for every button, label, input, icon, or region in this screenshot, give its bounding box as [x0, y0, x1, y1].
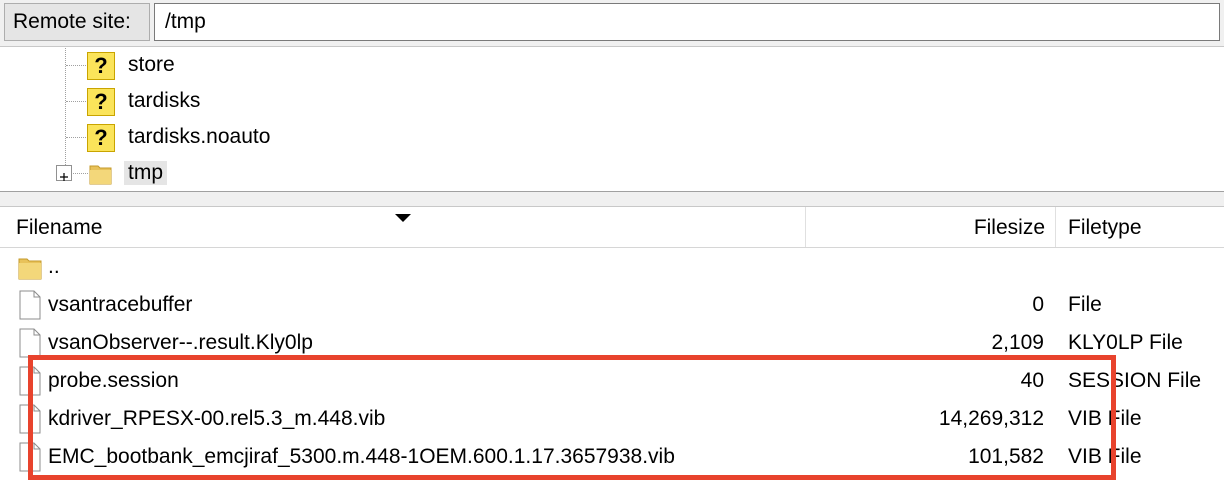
file-type: VIB File	[1068, 445, 1142, 468]
file-name: vsanObserver--.result.Kly0lp	[48, 331, 313, 354]
folder-icon	[87, 160, 115, 188]
unknown-folder-icon: ?	[87, 88, 115, 116]
remote-site-bar: Remote site:	[0, 0, 1224, 46]
file-type: SESSION File	[1068, 369, 1202, 392]
file-icon	[18, 327, 42, 359]
tree-item-label: tmp	[124, 161, 168, 185]
remote-directory-tree[interactable]: ? store ? tardisks ? tardisks.noauto tmp	[0, 46, 1224, 192]
tree-connector	[66, 65, 88, 66]
file-size: 40	[1020, 369, 1044, 392]
file-type: KLY0LP File	[1068, 331, 1183, 354]
file-row[interactable]: probe.session 40 SESSION File	[0, 362, 1224, 400]
file-name: probe.session	[48, 369, 179, 392]
file-row[interactable]: vsanObserver--.result.Kly0lp 2,109 KLY0L…	[0, 324, 1224, 362]
tree-item-store[interactable]: ? store	[0, 48, 600, 84]
remote-site-path-input[interactable]	[154, 3, 1220, 41]
file-name: kdriver_RPESX-00.rel5.3_m.448.vib	[48, 407, 386, 430]
file-size: 101,582	[968, 445, 1044, 468]
file-size: 2,109	[991, 331, 1044, 354]
column-header-filetype[interactable]: Filetype	[1056, 207, 1224, 247]
folder-icon	[18, 251, 42, 283]
column-header-filename[interactable]: Filename	[0, 207, 806, 247]
file-row[interactable]: EMC_bootbank_emcjiraf_5300.m.448-1OEM.60…	[0, 438, 1224, 476]
file-type: VIB File	[1068, 407, 1142, 430]
file-icon	[18, 289, 42, 321]
file-icon	[18, 441, 42, 473]
file-name: ..	[48, 255, 60, 278]
tree-item-tmp[interactable]: tmp	[0, 156, 600, 191]
file-name: EMC_bootbank_emcjiraf_5300.m.448-1OEM.60…	[48, 445, 675, 468]
tree-item-label: tardisks.noauto	[128, 125, 271, 148]
file-type: File	[1068, 293, 1102, 316]
file-icon	[18, 403, 42, 435]
file-icon	[18, 365, 42, 397]
file-row[interactable]: kdriver_RPESX-00.rel5.3_m.448.vib 14,269…	[0, 400, 1224, 438]
pane-splitter[interactable]	[0, 192, 1224, 207]
tree-item-tardisks-noauto[interactable]: ? tardisks.noauto	[0, 120, 600, 156]
file-row-parent[interactable]: ..	[0, 248, 1224, 286]
unknown-folder-icon: ?	[87, 52, 115, 80]
file-size: 0	[1032, 293, 1044, 316]
tree-item-label: tardisks	[128, 89, 201, 112]
column-header-filesize[interactable]: Filesize	[806, 207, 1056, 247]
expand-plus-icon[interactable]	[56, 165, 72, 181]
tree-item-tardisks[interactable]: ? tardisks	[0, 84, 600, 120]
file-name: vsantracebuffer	[48, 293, 193, 316]
sort-descending-icon	[395, 214, 411, 222]
remote-site-label: Remote site:	[4, 3, 150, 41]
unknown-folder-icon: ?	[87, 124, 115, 152]
file-size: 14,269,312	[938, 407, 1044, 430]
file-row[interactable]: vsantracebuffer 0 File	[0, 286, 1224, 324]
tree-item-label: store	[128, 53, 175, 76]
file-list-header: Filename Filesize Filetype	[0, 207, 1224, 248]
tree-connector	[66, 137, 88, 138]
tree-connector	[66, 101, 88, 102]
